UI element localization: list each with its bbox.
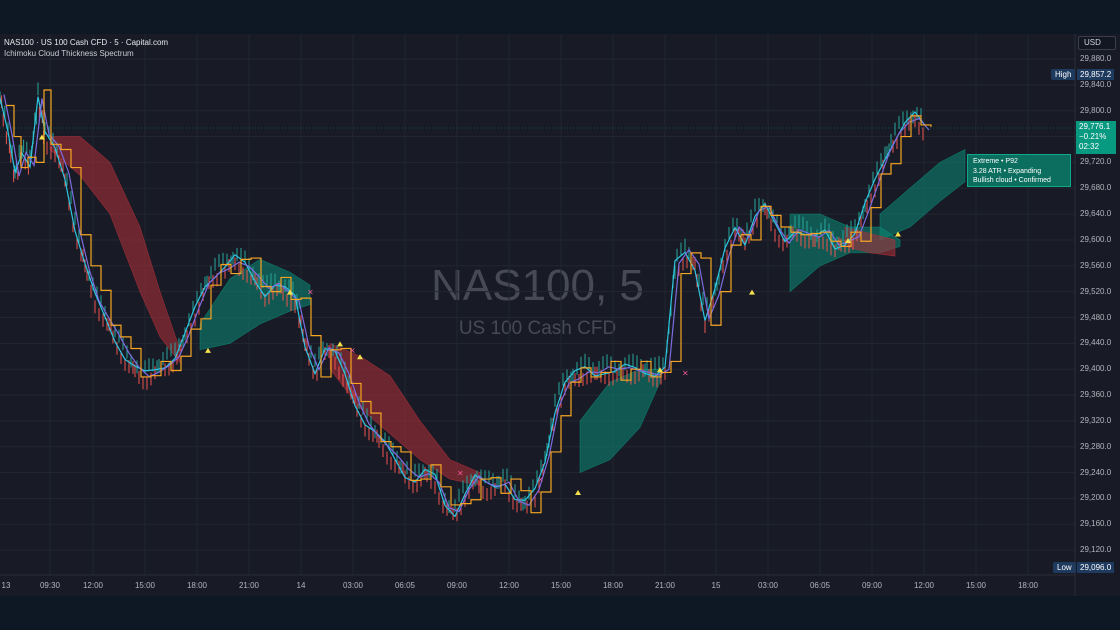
signal-cross: × [349, 346, 356, 355]
price-tick-label: 29,280.0 [1080, 441, 1112, 451]
time-tick-label: 13 [1, 581, 11, 590]
time-tick-label: 21:00 [238, 581, 260, 590]
price-tick-label: 29,200.0 [1080, 493, 1112, 503]
price-tick-label: 29,160.0 [1080, 519, 1112, 529]
time-tick-label: 06:05 [809, 581, 831, 590]
status-line-1: Extreme • P92 [973, 158, 1018, 165]
price-tick-label: 29,320.0 [1080, 415, 1112, 425]
price-tick-label: 29,440.0 [1080, 338, 1112, 348]
chikou-line [3, 94, 930, 513]
time-tick-label: 03:00 [342, 581, 364, 590]
current-price: 29,776.1 [1079, 122, 1111, 131]
time-tick-label: 15:00 [965, 581, 987, 590]
time-tick-label: 09:30 [39, 581, 61, 590]
price-tick-label: 29,840.0 [1080, 79, 1112, 89]
signal-cross: × [457, 469, 464, 478]
high-tag: High [1051, 69, 1076, 80]
current-change: −0.21% [1079, 132, 1107, 141]
time-tick-label: 21:00 [654, 581, 676, 590]
cloud-status-panel: Extreme • P92 3.28 ATR • Expanding Bulli… [967, 154, 1071, 187]
price-tick-label: 29,800.0 [1080, 105, 1112, 115]
indicator-legend[interactable]: Ichimoku Cloud Thickness Spectrum [4, 49, 134, 58]
time-tick-label: 18:00 [1017, 581, 1039, 590]
price-tick-label: 29,120.0 [1080, 545, 1112, 555]
signal-cross: × [307, 288, 314, 297]
bullish-cloud [879, 148, 966, 241]
price-tick-label: 29,360.0 [1080, 390, 1112, 400]
price-tick-label: 29,640.0 [1080, 209, 1112, 219]
low-value: 29,096.0 [1077, 562, 1115, 573]
price-tick-label: 29,720.0 [1080, 157, 1112, 167]
tenkan-line [0, 96, 926, 518]
price-tick-label: 29,880.0 [1080, 54, 1112, 63]
price-tick-label: 29,560.0 [1080, 260, 1112, 270]
price-tick-label: 29,240.0 [1080, 467, 1112, 477]
signal-cross: × [682, 368, 689, 377]
price-tick-label: 29,480.0 [1080, 312, 1112, 322]
status-line-3: Bullish cloud • Confirmed [973, 177, 1051, 184]
time-tick-label: 15:00 [550, 581, 572, 590]
currency-button[interactable]: USD [1078, 36, 1116, 50]
time-tick-label: 06:05 [394, 581, 416, 590]
price-chart[interactable]: × × × × × [0, 0, 1120, 630]
time-tick-label: 15 [711, 581, 721, 590]
high-value: 29,857.2 [1077, 69, 1115, 80]
time-tick-label: 03:00 [757, 581, 779, 590]
symbol-legend[interactable]: NAS100 · US 100 Cash CFD · 5 · Capital.c… [4, 38, 168, 47]
current-price-badge: 29,776.1 −0.21% 02:32 [1076, 121, 1116, 154]
time-tick-label: 12:00 [913, 581, 935, 590]
bar-countdown: 02:32 [1079, 142, 1100, 151]
time-tick-label: 18:00 [602, 581, 624, 590]
status-line-2: 3.28 ATR • Expanding [973, 167, 1042, 175]
time-tick-label: 12:00 [498, 581, 520, 590]
price-tick-label: 29,400.0 [1080, 364, 1112, 374]
price-tick-label: 29,520.0 [1080, 286, 1112, 296]
time-tick-label: 18:00 [186, 581, 208, 590]
signal-marker [575, 489, 581, 495]
time-tick-label: 14 [296, 581, 306, 590]
price-tick-label: 29,600.0 [1080, 234, 1112, 244]
time-tick-label: 09:00 [861, 581, 883, 590]
price-tick-label: 29,680.0 [1080, 183, 1112, 193]
low-tag: Low [1053, 562, 1076, 573]
signal-cross: × [537, 475, 544, 484]
time-tick-label: 12:00 [82, 581, 104, 590]
time-tick-label: 09:00 [446, 581, 468, 590]
time-tick-label: 15:00 [134, 581, 156, 590]
